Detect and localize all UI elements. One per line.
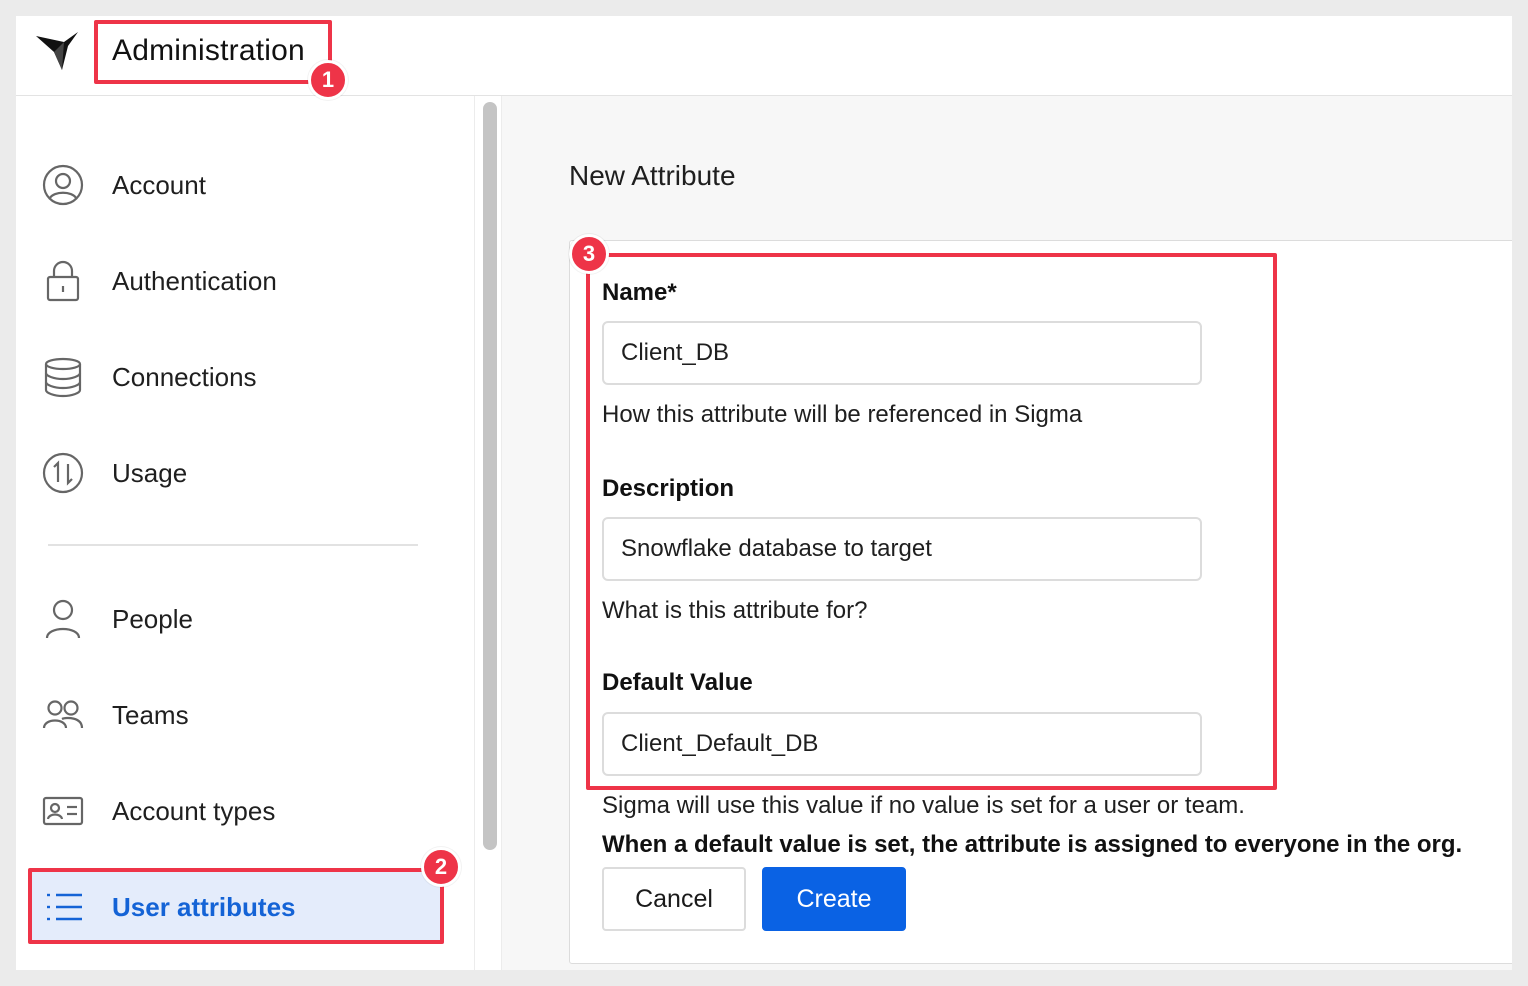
list-icon <box>44 886 86 928</box>
callout-badge-2: 2 <box>421 847 461 887</box>
top-header: Administration <box>16 16 1512 96</box>
sidebar-item-label: Account <box>112 169 206 200</box>
sidebar-item-label: Account types <box>112 795 276 826</box>
sidebar-item-usage[interactable]: Usage <box>16 436 474 510</box>
form-title: New Attribute <box>569 160 736 191</box>
sidebar-item-account-types[interactable]: Account types <box>16 774 474 848</box>
usage-arrows-icon <box>42 452 84 494</box>
user-circle-icon <box>42 164 84 206</box>
default-value-warning-text: When a default value is set, the attribu… <box>602 831 1463 858</box>
sidebar-item-account[interactable]: Account <box>16 148 474 222</box>
new-attribute-form: Name* How this attribute will be referen… <box>569 240 1512 964</box>
sidebar-item-user-attributes[interactable]: User attributes <box>30 870 444 944</box>
sidebar-item-connections[interactable]: Connections <box>16 340 474 414</box>
sigma-bird-logo-icon[interactable] <box>34 30 80 74</box>
sidebar-item-label: People <box>112 603 193 634</box>
sidebar-divider <box>48 544 418 546</box>
sidebar-item-label: User attributes <box>112 891 296 922</box>
callout-badge-3: 3 <box>569 234 609 274</box>
sidebar-item-label: Teams <box>112 699 189 730</box>
default-value-help-text: Sigma will use this value if no value is… <box>602 792 1245 819</box>
sidebar-scrollbar[interactable] <box>474 96 502 970</box>
sidebar: Account Authentication Connections Usage… <box>16 96 474 970</box>
name-input[interactable] <box>602 321 1202 385</box>
sidebar-item-people[interactable]: People <box>16 582 474 656</box>
sidebar-item-label: Authentication <box>112 265 277 296</box>
default-value-input[interactable] <box>602 712 1202 776</box>
lock-icon <box>42 260 84 302</box>
main-content: New Attribute Name* How this attribute w… <box>502 96 1512 970</box>
sidebar-item-label: Connections <box>112 361 257 392</box>
id-card-icon <box>42 790 84 832</box>
sidebar-item-label: Usage <box>112 457 188 488</box>
database-icon <box>42 356 84 398</box>
description-label: Description <box>602 475 735 502</box>
admin-window: Administration Account Authentication Co… <box>16 16 1512 970</box>
description-input[interactable] <box>602 517 1202 581</box>
description-help-text: What is this attribute for? <box>602 597 868 624</box>
callout-badge-1: 1 <box>308 60 348 100</box>
create-button[interactable]: Create <box>762 867 906 931</box>
sidebar-item-authentication[interactable]: Authentication <box>16 244 474 318</box>
page-title: Administration <box>112 34 305 67</box>
name-help-text: How this attribute will be referenced in… <box>602 401 1083 428</box>
sidebar-item-teams[interactable]: Teams <box>16 678 474 752</box>
scrollbar-thumb[interactable] <box>483 102 497 850</box>
person-icon <box>42 598 84 640</box>
people-icon <box>42 694 84 736</box>
default-value-label: Default Value <box>602 669 753 696</box>
name-label: Name* <box>602 279 677 306</box>
cancel-button[interactable]: Cancel <box>602 867 746 931</box>
